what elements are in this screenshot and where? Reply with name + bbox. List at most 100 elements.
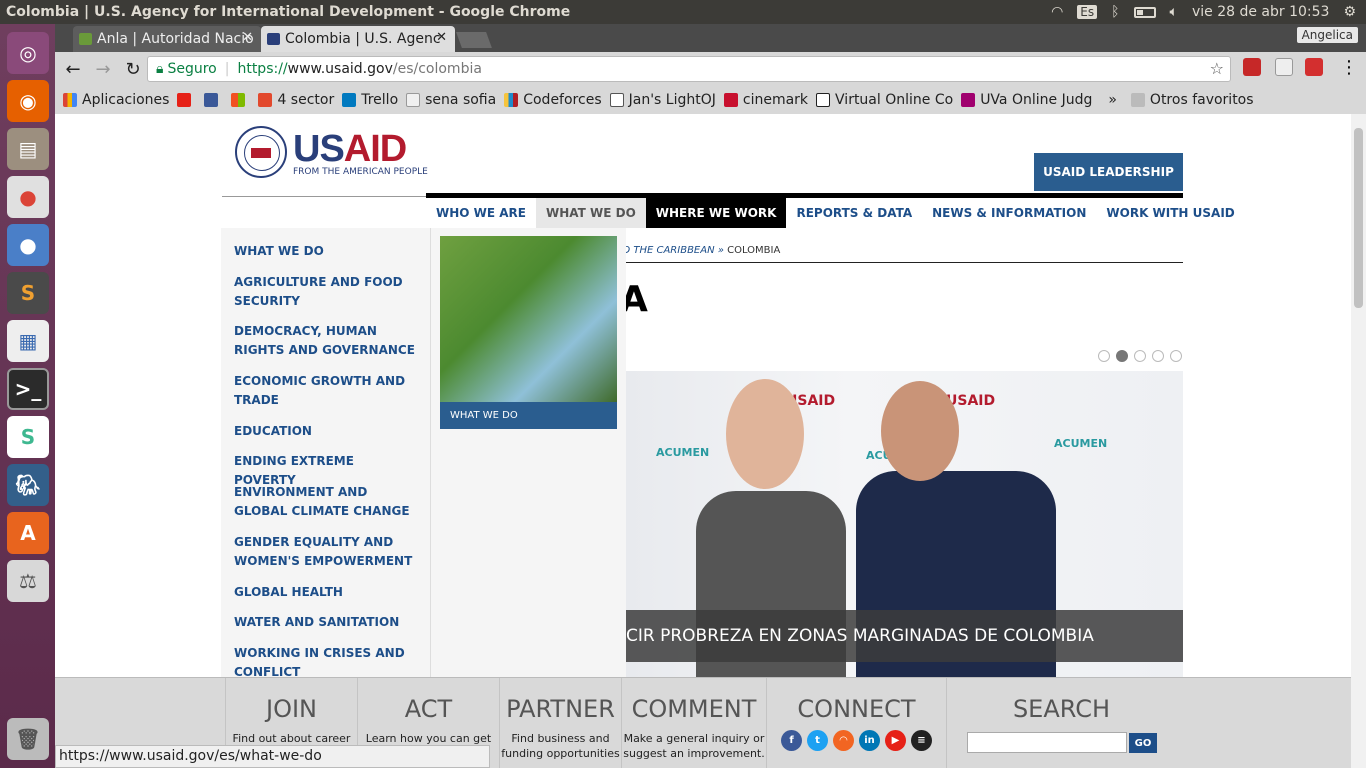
carousel-dot[interactable] — [1134, 350, 1146, 362]
tab-colombia[interactable]: Colombia | U.S. Agenc ✕ — [261, 26, 455, 52]
nav-where-we-work[interactable]: WHERE WE WORK — [645, 198, 787, 228]
bookmark-label: UVa Online Judg — [980, 92, 1093, 108]
dropdown-item-what-we-do[interactable]: WHAT WE DO — [234, 242, 419, 261]
bookmark-facebook[interactable] — [204, 93, 223, 107]
software-center-icon[interactable]: A — [7, 512, 49, 554]
volume-icon[interactable]: 🔈︎ — [1170, 4, 1178, 20]
dropdown-item-agriculture[interactable]: AGRICULTURE AND FOOD SECURITY — [234, 273, 419, 311]
bookmark-virtual-online[interactable]: Virtual Online Co — [816, 92, 953, 108]
bookmark-codeforces[interactable]: Codeforces — [504, 92, 602, 108]
bookmark-4sector[interactable]: 4 sector — [258, 92, 334, 108]
clock[interactable]: vie 28 de abr 10:53 — [1192, 4, 1329, 20]
dropdown-item-democracy[interactable]: DEMOCRACY, HUMAN RIGHTS AND GOVERNANCE — [234, 322, 419, 360]
youtube-icon[interactable]: ▶ — [885, 730, 906, 751]
extension-notes-icon[interactable] — [1275, 58, 1293, 76]
social-links: f t ◠ in ▶ ≡ — [767, 730, 946, 751]
extension-stop-icon[interactable] — [1243, 58, 1261, 76]
bookmark-apps[interactable]: Aplicaciones — [63, 92, 169, 108]
back-icon[interactable]: ← — [61, 59, 85, 80]
chrome-menu-icon[interactable]: ⋮ — [1340, 57, 1358, 78]
reload-icon[interactable]: ↻ — [121, 59, 145, 80]
search-go-button[interactable]: GO — [1129, 733, 1157, 753]
new-tab-button[interactable] — [456, 32, 492, 48]
ubuntu-launcher: ◎ ◉ ▤ ● ● S ▦ >_ S 🐘︎ A ⚖ 🗑︎ — [0, 24, 55, 768]
lock-icon[interactable]: 🔒︎ — [156, 61, 163, 77]
ubuntu-dash-icon[interactable]: ◎ — [7, 32, 49, 74]
postgres-icon[interactable]: 🐘︎ — [7, 464, 49, 506]
trash-icon[interactable]: 🗑︎ — [7, 718, 49, 760]
search-input[interactable] — [967, 732, 1127, 753]
logo-aid: AID — [343, 128, 407, 170]
wifi-icon[interactable]: ◠ — [1051, 4, 1063, 20]
scrollbar-thumb[interactable] — [1354, 128, 1363, 308]
dropdown-item-gender-equality[interactable]: GENDER EQUALITY AND WOMEN'S EMPOWERMENT — [234, 533, 419, 571]
carousel-dot[interactable] — [1152, 350, 1164, 362]
footer-comment[interactable]: COMMENT Make a general inquiry or sugges… — [621, 678, 766, 768]
chromium-icon[interactable]: ● — [7, 224, 49, 266]
os-top-panel: Colombia | U.S. Agency for International… — [0, 0, 1366, 24]
footer-partner-text: Find business and funding opportunities — [501, 732, 620, 760]
footer-act-text: Learn how you can get — [365, 732, 492, 745]
bookmark-cinemark[interactable]: cinemark — [723, 92, 808, 108]
bluetooth-icon[interactable]: ᛒ — [1111, 4, 1119, 20]
sublime-text-icon[interactable]: S — [7, 272, 49, 314]
system-tools-icon[interactable]: ⚖ — [7, 560, 49, 602]
nav-reports-data[interactable]: REPORTS & DATA — [786, 198, 922, 228]
close-tab-icon[interactable]: ✕ — [436, 30, 447, 45]
firefox-icon[interactable]: ◉ — [7, 80, 49, 122]
usaid-leadership-button[interactable]: USAID LEADERSHIP — [1034, 153, 1183, 191]
bookmark-youtube[interactable] — [177, 93, 196, 107]
forward-icon[interactable]: → — [91, 59, 115, 80]
chrome-icon[interactable]: ● — [7, 176, 49, 218]
usaid-logo[interactable]: USAID FROM THE AMERICAN PEOPLE — [235, 126, 428, 184]
rss-icon[interactable]: ◠ — [833, 730, 854, 751]
dropdown-item-education[interactable]: EDUCATION — [234, 422, 419, 441]
address-bar[interactable]: 🔒︎ Seguro | https:// www.usaid.gov /es/c… — [147, 56, 1231, 82]
image-viewer-icon[interactable]: ▦ — [7, 320, 49, 362]
dropdown-feature-card[interactable]: WHAT WE DO — [440, 236, 617, 429]
tab-anla[interactable]: Anla | Autoridad Nacio ✕ — [73, 26, 261, 52]
carousel-dot[interactable] — [1098, 350, 1110, 362]
usaid-favicon-icon — [267, 33, 280, 45]
bookmark-trello[interactable]: Trello — [342, 92, 398, 108]
bookmark-other-folder[interactable]: Otros favoritos — [1130, 92, 1254, 108]
close-tab-icon[interactable]: ✕ — [242, 30, 253, 45]
dropdown-item-water-sanitation[interactable]: WATER AND SANITATION — [234, 613, 419, 632]
breadcrumb-link[interactable]: ND THE CARIBBEAN — [615, 245, 715, 256]
nav-what-we-do[interactable]: WHAT WE DO — [536, 198, 646, 228]
nav-news-information[interactable]: NEWS & INFORMATION — [922, 198, 1096, 228]
extension-pdf-icon[interactable] — [1305, 58, 1323, 76]
dropdown-item-environment[interactable]: ENVIRONMENT AND GLOBAL CLIMATE CHANGE — [234, 483, 419, 521]
bookmark-label: Jan's LightOJ — [628, 92, 716, 108]
footer-partner[interactable]: PARTNER Find business and funding opport… — [499, 678, 621, 768]
feature-card-caption: WHAT WE DO — [440, 402, 617, 429]
nav-who-we-are[interactable]: WHO WE ARE — [426, 198, 536, 228]
cinemark-icon — [723, 93, 738, 107]
facebook-icon[interactable]: f — [781, 730, 802, 751]
bookmark-uva[interactable]: UVa Online Judg — [961, 92, 1092, 108]
carousel-dot[interactable] — [1170, 350, 1182, 362]
settings-gear-icon[interactable]: ⚙ — [1343, 4, 1356, 20]
linkedin-icon[interactable]: in — [859, 730, 880, 751]
blog-icon[interactable]: ≡ — [911, 730, 932, 751]
bookmark-sena-sofia[interactable]: sena sofia — [406, 92, 496, 108]
dropdown-item-global-health[interactable]: GLOBAL HEALTH — [234, 583, 419, 602]
twitter-icon[interactable]: t — [807, 730, 828, 751]
battery-icon[interactable] — [1133, 6, 1156, 18]
carousel-dot-active[interactable] — [1116, 350, 1128, 362]
profile-button[interactable]: Angelica — [1296, 27, 1358, 43]
nav-work-with-usaid[interactable]: WORK WITH USAID — [1096, 198, 1244, 228]
slack-icon[interactable]: S — [7, 416, 49, 458]
bookmark-star-icon[interactable]: ☆ — [1210, 59, 1224, 78]
bookmarks-overflow-button[interactable]: » — [1108, 92, 1117, 108]
bookmark-microsoft[interactable] — [231, 93, 250, 107]
keyboard-layout[interactable]: Es — [1077, 5, 1098, 19]
dropdown-item-economic-growth[interactable]: ECONOMIC GROWTH AND TRADE — [234, 372, 419, 410]
usaid-seal-icon — [235, 126, 287, 178]
hero-slide[interactable]: USAID USAID ACUMEN ACUMEN ACUMEN CIR PRO… — [626, 371, 1183, 677]
files-icon[interactable]: ▤ — [7, 128, 49, 170]
tab-label: Anla | Autoridad Nacio — [97, 31, 254, 47]
bookmark-lightoj[interactable]: Jan's LightOJ — [609, 92, 716, 108]
page-scrollbar[interactable] — [1351, 114, 1366, 768]
terminal-icon[interactable]: >_ — [7, 368, 49, 410]
